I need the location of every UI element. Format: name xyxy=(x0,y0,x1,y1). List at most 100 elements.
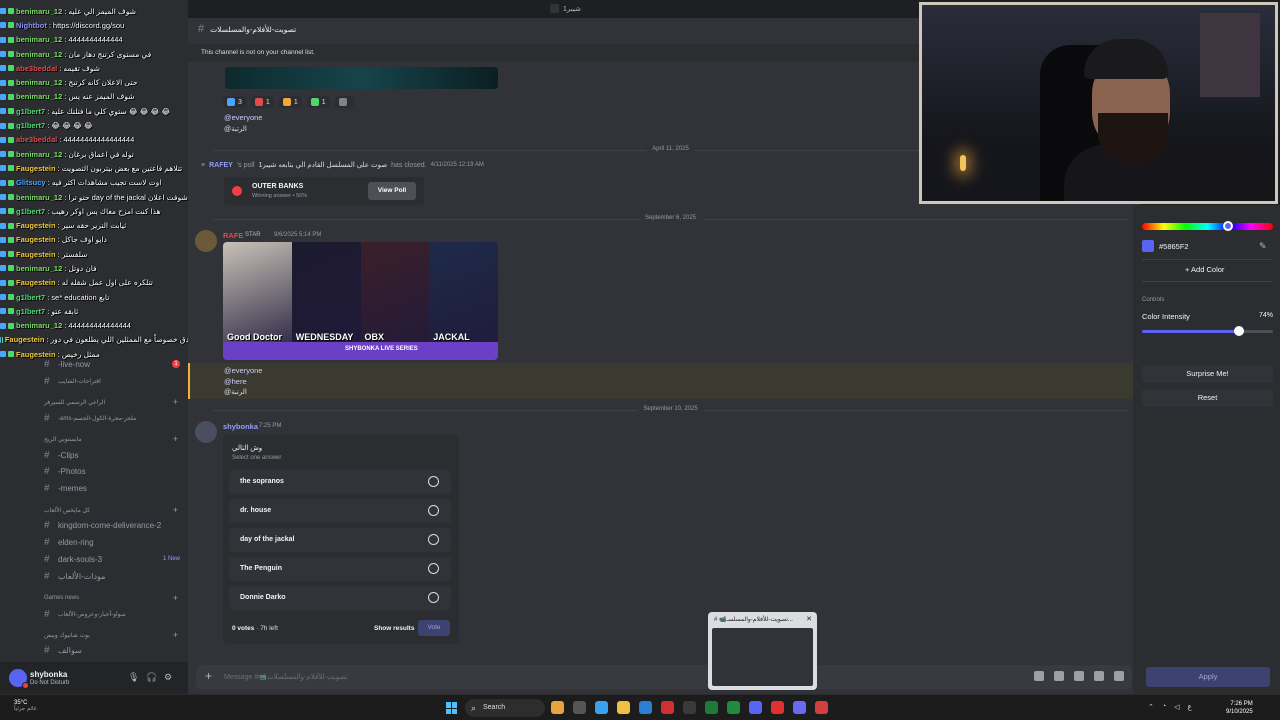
hue-slider[interactable] xyxy=(1142,223,1273,230)
message-author[interactable]: shybonka xyxy=(223,422,258,431)
add-channel-icon[interactable]: + xyxy=(173,593,178,603)
headphones-icon[interactable]: 🎧 xyxy=(146,672,157,683)
excel-icon[interactable] xyxy=(727,701,740,714)
reaction-pill[interactable]: 1 xyxy=(278,96,302,108)
microphone-icon[interactable]: 🎙 xyxy=(128,672,139,683)
avatar[interactable] xyxy=(195,421,217,443)
add-attachment-icon[interactable]: + xyxy=(205,669,212,683)
poll-author[interactable]: RAFEY xyxy=(209,162,233,169)
poll-option[interactable]: Donnie Darko xyxy=(229,586,451,610)
surprise-me-button[interactable]: Surprise Me! xyxy=(1142,365,1273,383)
task-view-icon[interactable] xyxy=(573,701,586,714)
poll-option[interactable]: The Penguin xyxy=(229,557,451,581)
sticker-icon[interactable] xyxy=(1074,671,1084,681)
gif-icon[interactable] xyxy=(1054,671,1064,681)
sidebar-channel[interactable]: # -Photos xyxy=(44,464,86,478)
channel-category[interactable]: بوت شانيوك وبيض xyxy=(44,632,90,639)
app-icon[interactable] xyxy=(661,701,674,714)
hue-slider-knob[interactable] xyxy=(1223,221,1233,231)
sidebar-channel[interactable]: # -Clips xyxy=(44,448,78,462)
chrome-icon[interactable] xyxy=(771,701,784,714)
app-icon[interactable] xyxy=(683,701,696,714)
chrome-icon[interactable] xyxy=(815,701,828,714)
poll-option[interactable]: the sopranos xyxy=(229,470,451,494)
add-color-button[interactable]: + Add Color xyxy=(1185,265,1224,274)
terminal-icon[interactable] xyxy=(705,701,718,714)
channel-category[interactable]: مايستوبي الريح xyxy=(44,436,82,443)
mention-here[interactable]: @here xyxy=(224,377,247,386)
radio-icon[interactable] xyxy=(428,505,439,516)
reaction-pill[interactable]: 3 xyxy=(223,96,246,108)
series-banner-image[interactable]: Good Doctor WEDNESDAY OBX JACKAL SHYBONKA LI… xyxy=(223,242,498,360)
show-results-button[interactable]: Show results xyxy=(374,625,414,632)
store-icon[interactable] xyxy=(639,701,652,714)
sidebar-channel[interactable]: # kingdom-come-deliverance-2 xyxy=(44,518,161,532)
app-icon[interactable] xyxy=(793,701,806,714)
username[interactable]: shybonka xyxy=(30,670,67,679)
copilot-icon[interactable] xyxy=(595,701,608,714)
mention-everyone[interactable]: @everyone xyxy=(224,366,262,375)
reaction-pill[interactable]: 1 xyxy=(306,96,330,108)
weather-widget[interactable]: 35°C غائم جزئياً xyxy=(14,700,37,712)
view-poll-button[interactable]: View Poll xyxy=(368,182,416,200)
embedded-image[interactable] xyxy=(225,67,498,89)
sidebar-channel[interactable]: # -ams-ملجر-مجرة-الكول-الجسم xyxy=(44,411,136,425)
reset-button[interactable]: Reset xyxy=(1142,389,1273,407)
channel-category[interactable]: كل مايخص الألعاب xyxy=(44,507,90,514)
radio-icon[interactable] xyxy=(428,534,439,545)
role-mention[interactable]: @الرتبة xyxy=(224,388,247,396)
gear-icon[interactable]: ⚙ xyxy=(164,672,172,683)
close-icon[interactable]: ✕ xyxy=(806,615,812,623)
preview-thumbnail[interactable] xyxy=(712,628,813,686)
radio-icon[interactable] xyxy=(428,592,439,603)
network-icon[interactable]: ◔ xyxy=(1162,703,1166,711)
reaction-pill[interactable]: 1 xyxy=(250,96,274,108)
radio-icon[interactable] xyxy=(428,476,439,487)
language-icon[interactable]: ع xyxy=(1188,703,1192,711)
sidebar-channel[interactable]: # elden-ring xyxy=(44,535,94,549)
eyedropper-icon[interactable]: ✎ xyxy=(1259,241,1267,252)
poll-option[interactable]: dr. house xyxy=(229,499,451,523)
color-hex-value[interactable]: #5865F2 xyxy=(1159,242,1189,251)
message-author[interactable]: RAFE xyxy=(223,231,243,240)
radio-icon[interactable] xyxy=(428,563,439,574)
gift-icon[interactable] xyxy=(1034,671,1044,681)
hash-icon: # xyxy=(44,412,50,424)
sidebar-channel[interactable]: # -memes xyxy=(44,481,87,495)
mention-everyone[interactable]: @everyone xyxy=(224,113,262,122)
message-composer[interactable]: + Message #📹تصويت-للأفلام-والمسلسلات xyxy=(196,665,1132,689)
discord-icon[interactable] xyxy=(749,701,762,714)
clock[interactable]: 7:26 PM 9/10/2025 xyxy=(1226,700,1253,716)
poll-option[interactable]: day of the jackal xyxy=(229,528,451,552)
sidebar-channel[interactable]: # مودات-الألعاب xyxy=(44,569,105,583)
apps-icon[interactable] xyxy=(1114,671,1124,681)
channel-category[interactable]: الراعي الرسمي للسيرفر xyxy=(44,399,105,406)
add-channel-icon[interactable]: + xyxy=(173,505,178,515)
vote-button[interactable]: Vote xyxy=(418,620,450,636)
add-channel-icon[interactable]: + xyxy=(173,434,178,444)
avatar[interactable] xyxy=(195,230,217,252)
add-channel-icon[interactable]: + xyxy=(173,630,178,640)
windows-start-icon[interactable] xyxy=(446,702,458,714)
apply-button[interactable]: Apply xyxy=(1146,667,1270,687)
sidebar-channel[interactable]: # سواو-أخبار-وعروض-الألعاب xyxy=(44,607,126,621)
slider-knob[interactable] xyxy=(1233,326,1244,336)
sidebar-channel[interactable]: # سوالف xyxy=(44,643,82,657)
sidebar-channel[interactable]: # اقتراحات-الشايب xyxy=(44,374,101,388)
add-channel-icon[interactable]: + xyxy=(173,397,178,407)
color-intensity-slider[interactable] xyxy=(1142,330,1273,333)
reaction-pill[interactable] xyxy=(334,96,354,108)
emoji-icon[interactable] xyxy=(1094,671,1104,681)
chevron-up-icon[interactable]: ⌃ xyxy=(1148,703,1154,711)
chat-message: شوف تقيمه xyxy=(63,63,100,73)
file-explorer-icon[interactable] xyxy=(617,701,630,714)
volume-icon[interactable]: ◁ xyxy=(1174,703,1179,711)
taskbar-window-preview[interactable]: # 📹تصويت-للأفلام-والمسلسـ... ✕ xyxy=(708,612,817,690)
taskbar-search[interactable]: Search xyxy=(465,699,545,717)
widgets-icon[interactable] xyxy=(551,701,564,714)
role-mention[interactable]: @الرتبة xyxy=(224,125,247,133)
message-input[interactable]: Message #📹تصويت-للأفلام-والمسلسلات xyxy=(224,673,347,681)
channel-category[interactable]: Games news xyxy=(44,595,79,601)
color-swatch[interactable] xyxy=(1142,240,1154,252)
sidebar-channel[interactable]: # dark-souls-3 xyxy=(44,552,102,566)
